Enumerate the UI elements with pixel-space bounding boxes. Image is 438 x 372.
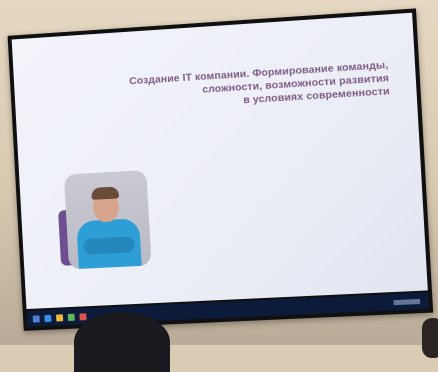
speaker-arms: [83, 236, 135, 255]
presentation-app-icon[interactable]: [79, 312, 87, 320]
app-icon[interactable]: [67, 313, 75, 321]
browser-icon[interactable]: [44, 314, 52, 322]
projector-screen: Создание IT компании. Формирование коман…: [7, 8, 434, 331]
speaker-photo: [63, 169, 152, 270]
audience-member-head: [74, 312, 170, 372]
slide-title: Создание IT компании. Формирование коман…: [108, 59, 391, 115]
audience-member-edge: [422, 318, 438, 358]
presentation-slide: Создание IT компании. Формирование коман…: [11, 12, 428, 310]
taskbar-clock: [393, 298, 421, 305]
folder-icon[interactable]: [55, 313, 64, 322]
start-icon[interactable]: [32, 314, 40, 323]
speaker-hair: [91, 186, 120, 200]
